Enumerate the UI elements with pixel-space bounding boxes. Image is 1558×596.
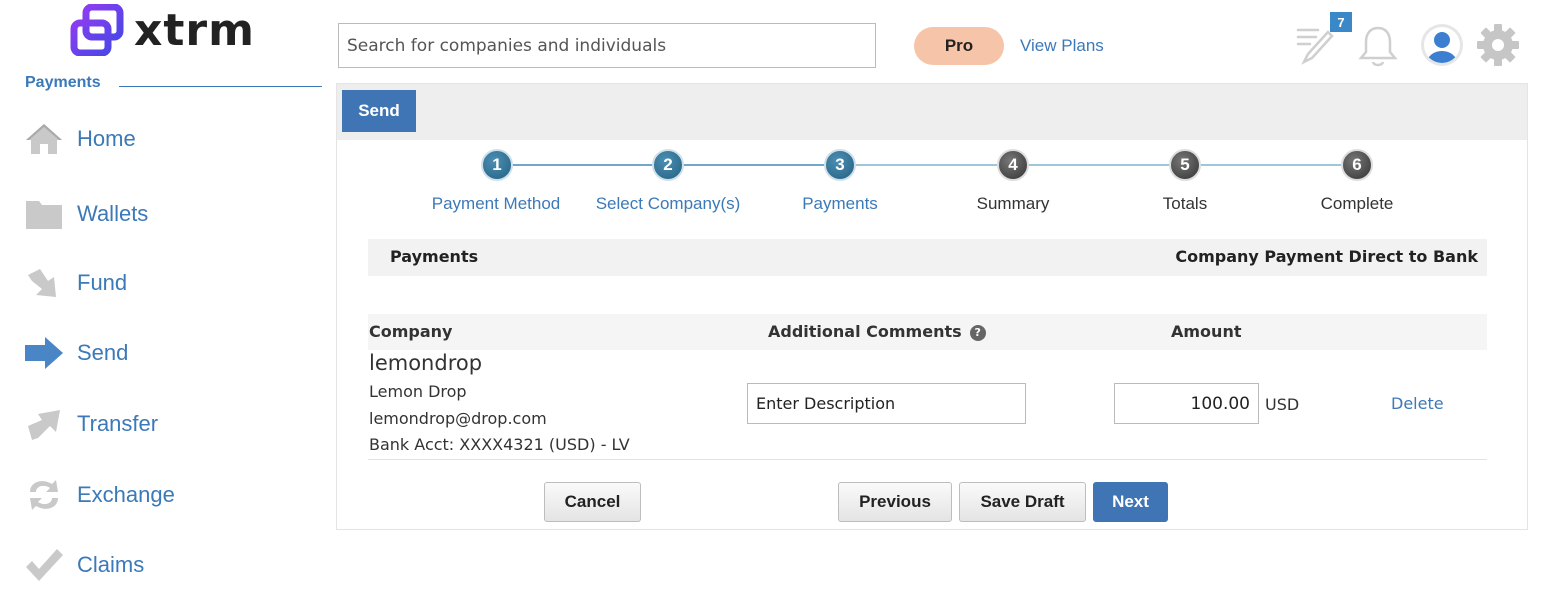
description-input[interactable]: [747, 383, 1026, 424]
bell-icon: [1358, 26, 1398, 67]
help-icon[interactable]: ?: [969, 324, 986, 341]
step-6-label: Complete: [1320, 194, 1394, 213]
column-header-amount: Amount: [1171, 322, 1242, 341]
step-1-circle[interactable]: 1: [481, 149, 513, 181]
sidebar-section-title: Payments: [25, 74, 101, 91]
pro-plan-badge[interactable]: Pro: [914, 27, 1004, 65]
search-input[interactable]: [338, 23, 876, 68]
next-button[interactable]: Next: [1093, 482, 1168, 522]
company-email: lemondrop@drop.com: [369, 409, 547, 428]
step-2-circle[interactable]: 2: [652, 149, 684, 181]
amount-input[interactable]: [1114, 383, 1259, 424]
sidebar-item-home[interactable]: Home: [22, 116, 312, 162]
sidebar-item-label: Claims: [77, 552, 145, 577]
step-3-label[interactable]: Payments: [755, 194, 925, 214]
step-6-circle: 6: [1341, 149, 1373, 181]
step-5-label: Totals: [1162, 194, 1208, 213]
view-plans-link[interactable]: View Plans: [1020, 36, 1104, 56]
tab-send[interactable]: Send: [342, 90, 416, 132]
delete-link[interactable]: Delete: [1391, 394, 1444, 413]
folder-icon: [22, 194, 66, 234]
send-arrow-icon: [22, 333, 66, 373]
sidebar-item-label: Exchange: [77, 482, 175, 507]
sidebar-item-label: Transfer: [77, 411, 159, 436]
sidebar-item-label: Wallets: [77, 201, 149, 226]
step-1-label[interactable]: Payment Method: [411, 194, 581, 214]
sidebar-item-label: Fund: [77, 270, 128, 295]
row-divider: [368, 459, 1487, 460]
gear-icon: [1477, 24, 1519, 66]
checkmark-icon: [22, 545, 66, 585]
home-icon: [22, 119, 66, 159]
company-name: Lemon Drop: [369, 382, 467, 401]
step-2-label[interactable]: Select Company(s): [583, 194, 753, 214]
column-header-comments-label: Additional Comments: [768, 322, 962, 341]
save-draft-button[interactable]: Save Draft: [959, 482, 1086, 522]
currency-label: USD: [1265, 395, 1300, 414]
previous-button[interactable]: Previous: [838, 482, 952, 522]
exchange-icon: [22, 475, 66, 515]
sidebar-item-fund[interactable]: Fund: [22, 260, 312, 306]
sidebar-item-transfer[interactable]: Transfer: [22, 401, 312, 447]
section-title: Payments: [390, 247, 479, 266]
transfer-arrow-icon: [22, 404, 66, 444]
stepper-line-pending: [840, 164, 1358, 166]
company-bank-account: Bank Acct: XXXX4321 (USD) - LV: [369, 435, 630, 454]
fund-arrow-icon: [22, 263, 66, 303]
user-avatar-icon: [1421, 24, 1463, 66]
settings-button[interactable]: [1476, 22, 1520, 73]
sidebar-item-label: Send: [77, 340, 129, 365]
notes-count-badge: 7: [1330, 12, 1352, 32]
xtrm-logo-mark-icon: [70, 4, 124, 56]
sidebar-divider: [119, 86, 322, 87]
step-5-circle: 5: [1169, 149, 1201, 181]
column-header-comments: Additional Comments?: [768, 322, 986, 341]
payment-type-label: Company Payment Direct to Bank: [1175, 247, 1478, 266]
sidebar-item-send[interactable]: Send: [22, 330, 312, 376]
step-3-circle[interactable]: 3: [824, 149, 856, 181]
xtrm-logo[interactable]: xtrm: [70, 2, 255, 58]
cancel-button[interactable]: Cancel: [544, 482, 641, 522]
company-handle: lemondrop: [369, 351, 483, 375]
column-header-company: Company: [369, 322, 453, 341]
sidebar-item-label: Home: [77, 126, 136, 151]
sidebar-item-wallets[interactable]: Wallets: [22, 191, 312, 237]
sidebar-item-exchange[interactable]: Exchange: [22, 472, 312, 518]
step-4-label: Summary: [976, 194, 1050, 213]
avatar[interactable]: [1420, 23, 1464, 72]
notifications-button[interactable]: [1357, 24, 1399, 73]
logo-text: xtrm: [134, 4, 255, 56]
sidebar-item-claims[interactable]: Claims: [22, 542, 312, 588]
panel-header: [337, 84, 1527, 140]
step-4-circle: 4: [997, 149, 1029, 181]
